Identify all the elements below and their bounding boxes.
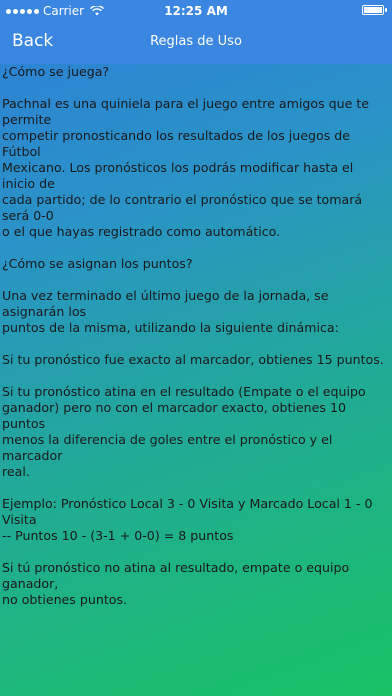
status-time: 12:25 AM <box>164 4 228 18</box>
battery-fill <box>364 7 382 13</box>
paragraph-points-intro: Una vez terminado el último juego de la … <box>2 288 339 335</box>
paragraph-correct-result: Si tu pronóstico atina en el resultado (… <box>2 384 366 479</box>
page-title: Reglas de Uso <box>150 34 242 49</box>
battery-icon <box>362 5 387 15</box>
status-bar: Carrier 12:25 AM <box>0 0 392 22</box>
section-heading-points: ¿Cómo se asignan los puntos? <box>2 256 193 271</box>
paragraph-exact-score: Si tu pronóstico fue exacto al marcador,… <box>2 352 384 367</box>
paragraph-intro: Pachnal es una quiniela para el juego en… <box>2 96 370 239</box>
rules-content: ¿Cómo se juega? Pachnal es una quiniela … <box>2 64 390 624</box>
paragraph-example: Ejemplo: Pronóstico Local 3 - 0 Visita y… <box>2 496 373 543</box>
navigation-bar: Back Reglas de Uso <box>0 22 392 64</box>
paragraph-no-points: Si tú pronóstico no atina al resultado, … <box>2 560 350 607</box>
section-heading-how-to-play: ¿Cómo se juega? <box>2 64 110 79</box>
